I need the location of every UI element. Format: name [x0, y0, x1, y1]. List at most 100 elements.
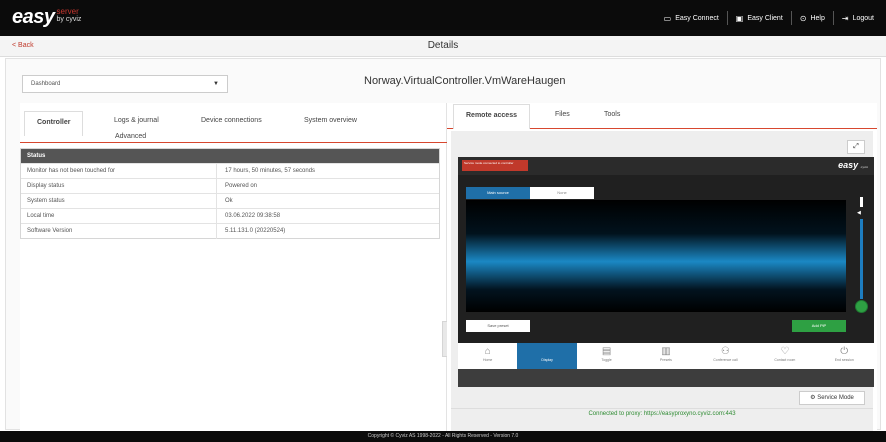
row-value: 17 hours, 50 minutes, 57 seconds [225, 168, 316, 174]
display-icon: ▭ [542, 346, 552, 357]
top-bar: easy server by cyviz ▭ Easy Connect ▣ Ea… [0, 0, 886, 36]
row-key: System status [21, 193, 217, 209]
volume-track[interactable] [860, 219, 863, 299]
source-tabs: Main source None [466, 187, 594, 199]
row-key: Monitor has not been touched for [21, 163, 217, 179]
nav-label: Display [541, 358, 553, 362]
nav-label: End session [834, 358, 854, 362]
gear-icon: ⚙ [810, 395, 816, 401]
dashboard-select[interactable]: Dashboard ▼ [22, 75, 228, 93]
nav-label: Conference call [713, 358, 738, 362]
add-pip-button[interactable]: Add PiP [792, 320, 846, 332]
help-icon: ⊙ [799, 13, 807, 23]
table-row: System status Ok [21, 193, 439, 209]
controller-name: Norway.VirtualController.VmWareHaugen [364, 75, 566, 87]
logo-sub: by cyviz [56, 16, 82, 23]
service-mode-badge: Service mode connected to controller [462, 160, 528, 171]
top-nav: ▭ Easy Connect ▣ Easy Client ⊙ Help ⇥ Lo… [656, 0, 882, 36]
easy-connect-label: Easy Connect [675, 14, 719, 22]
status-table-header: Status [21, 149, 439, 163]
row-key: Software Version [21, 223, 217, 239]
easy-logo[interactable]: easy server by cyviz [12, 6, 81, 28]
nav-display[interactable]: ▭ Display [517, 343, 577, 369]
home-icon: ⌂ [484, 346, 491, 357]
row-value: 03.06.2022 09:38:58 [225, 213, 281, 219]
nav-toggle[interactable]: ▤ Toggle [577, 343, 636, 369]
volume-max-bar [860, 197, 863, 207]
logo-tag: server [56, 7, 79, 16]
easy-connect-link[interactable]: ▭ Easy Connect [656, 11, 727, 25]
remote-screen[interactable]: Service mode connected to controller eas… [458, 157, 874, 387]
row-value: Ok [225, 198, 233, 204]
save-preset-button[interactable]: Save preset [466, 320, 530, 332]
tab-device-connections[interactable]: Device connections [201, 117, 262, 124]
right-tabs: Remote access Files Tools [447, 103, 877, 129]
remote-logo: easy cyviz [838, 160, 868, 170]
remote-footer [458, 369, 874, 387]
toggle-icon: ▤ [601, 346, 612, 357]
nav-label: Contact room [774, 358, 796, 362]
nav-conference-call[interactable]: ⚇ Conference call [696, 343, 755, 369]
easy-client-label: Easy Client [747, 14, 783, 22]
details-panel: Dashboard ▼ Norway.VirtualController.VmW… [5, 58, 881, 433]
tab-main-source[interactable]: Main source [466, 187, 530, 199]
table-row: Monitor has not been touched for 17 hour… [21, 163, 439, 179]
display-preview[interactable] [466, 200, 846, 312]
left-tabs: Controller Logs & journal Device connect… [20, 103, 447, 143]
logout-label: Logout [852, 14, 874, 22]
proxy-status: Connected to proxy: https://easyproxyno.… [588, 411, 736, 417]
logout-icon: ⇥ [841, 13, 849, 23]
table-row: Display status Powered on [21, 178, 439, 194]
table-row: Software Version 5.11.131.0 (20220524) [21, 223, 439, 239]
nav-label: Presets [660, 358, 672, 362]
power-icon: ⏻ [840, 346, 849, 357]
chevron-down-icon: ▼ [213, 81, 219, 87]
expand-icon[interactable]: ⤢ [847, 140, 865, 154]
tab-controller[interactable]: Controller [24, 111, 84, 136]
sub-bar: < Back Details [0, 36, 886, 57]
volume-knob[interactable] [855, 300, 868, 313]
page-title: Details [427, 40, 459, 51]
footer-copyright: Copyright © Cyviz AS 1998-2022 - All Rig… [0, 431, 886, 442]
remote-logo-text: easy [838, 160, 859, 170]
dashboard-select-value: Dashboard [31, 81, 61, 87]
nav-end-session[interactable]: ⏻ End session [815, 343, 874, 369]
tab-tools[interactable]: Tools [604, 111, 620, 118]
easy-client-link[interactable]: ▣ Easy Client [726, 11, 791, 25]
row-value: Powered on [225, 183, 258, 189]
tab-remote-access[interactable]: Remote access [453, 104, 530, 129]
status-table: Status Monitor has not been touched for … [20, 148, 440, 239]
help-link[interactable]: ⊙ Help [790, 11, 833, 25]
remote-logo-sub: cyviz [860, 165, 868, 169]
table-row: Local time 03.06.2022 09:38:58 [21, 208, 439, 224]
tab-system-overview[interactable]: System overview [304, 117, 357, 124]
nav-label: Home [483, 358, 493, 362]
service-mode-label: Service Mode [817, 395, 854, 401]
tab-files[interactable]: Files [555, 111, 570, 118]
client-icon: ▣ [735, 13, 744, 23]
row-key: Local time [21, 208, 217, 224]
help-label: Help [810, 14, 825, 22]
conference-icon: ⚇ [720, 346, 730, 357]
divider [451, 408, 873, 409]
logo-text: easy [12, 6, 55, 28]
tab-none[interactable]: None [530, 187, 594, 199]
remote-viewer: ⤢ Service mode connected to controller e… [451, 131, 874, 431]
logout-link[interactable]: ⇥ Logout [832, 11, 882, 25]
nav-home[interactable]: ⌂ Home [458, 343, 517, 369]
connect-icon: ▭ [663, 13, 672, 23]
contact-icon: ♡ [780, 346, 790, 357]
row-value: 5.11.131.0 (20220524) [225, 228, 286, 234]
tab-logs-journal[interactable]: Logs & journal [114, 117, 159, 124]
nav-label: Toggle [601, 358, 612, 362]
remote-bottom-nav: ⌂ Home ▭ Display ▤ Toggle ▥ Presets ⚇ Confere… [458, 343, 874, 369]
nav-presets[interactable]: ▥ Presets [636, 343, 695, 369]
remote-header: Service mode connected to controller eas… [458, 157, 874, 175]
presets-icon: ▥ [661, 346, 671, 357]
right-panel: Remote access Files Tools ⤢ Service mode… [447, 103, 877, 433]
tab-advanced[interactable]: Advanced [115, 133, 146, 140]
volume-slider[interactable]: ◀ [855, 197, 869, 317]
speaker-icon: ◀ [857, 210, 861, 216]
service-mode-button[interactable]: ⚙ Service Mode [799, 391, 865, 405]
nav-contact-room[interactable]: ♡ Contact room [755, 343, 814, 369]
